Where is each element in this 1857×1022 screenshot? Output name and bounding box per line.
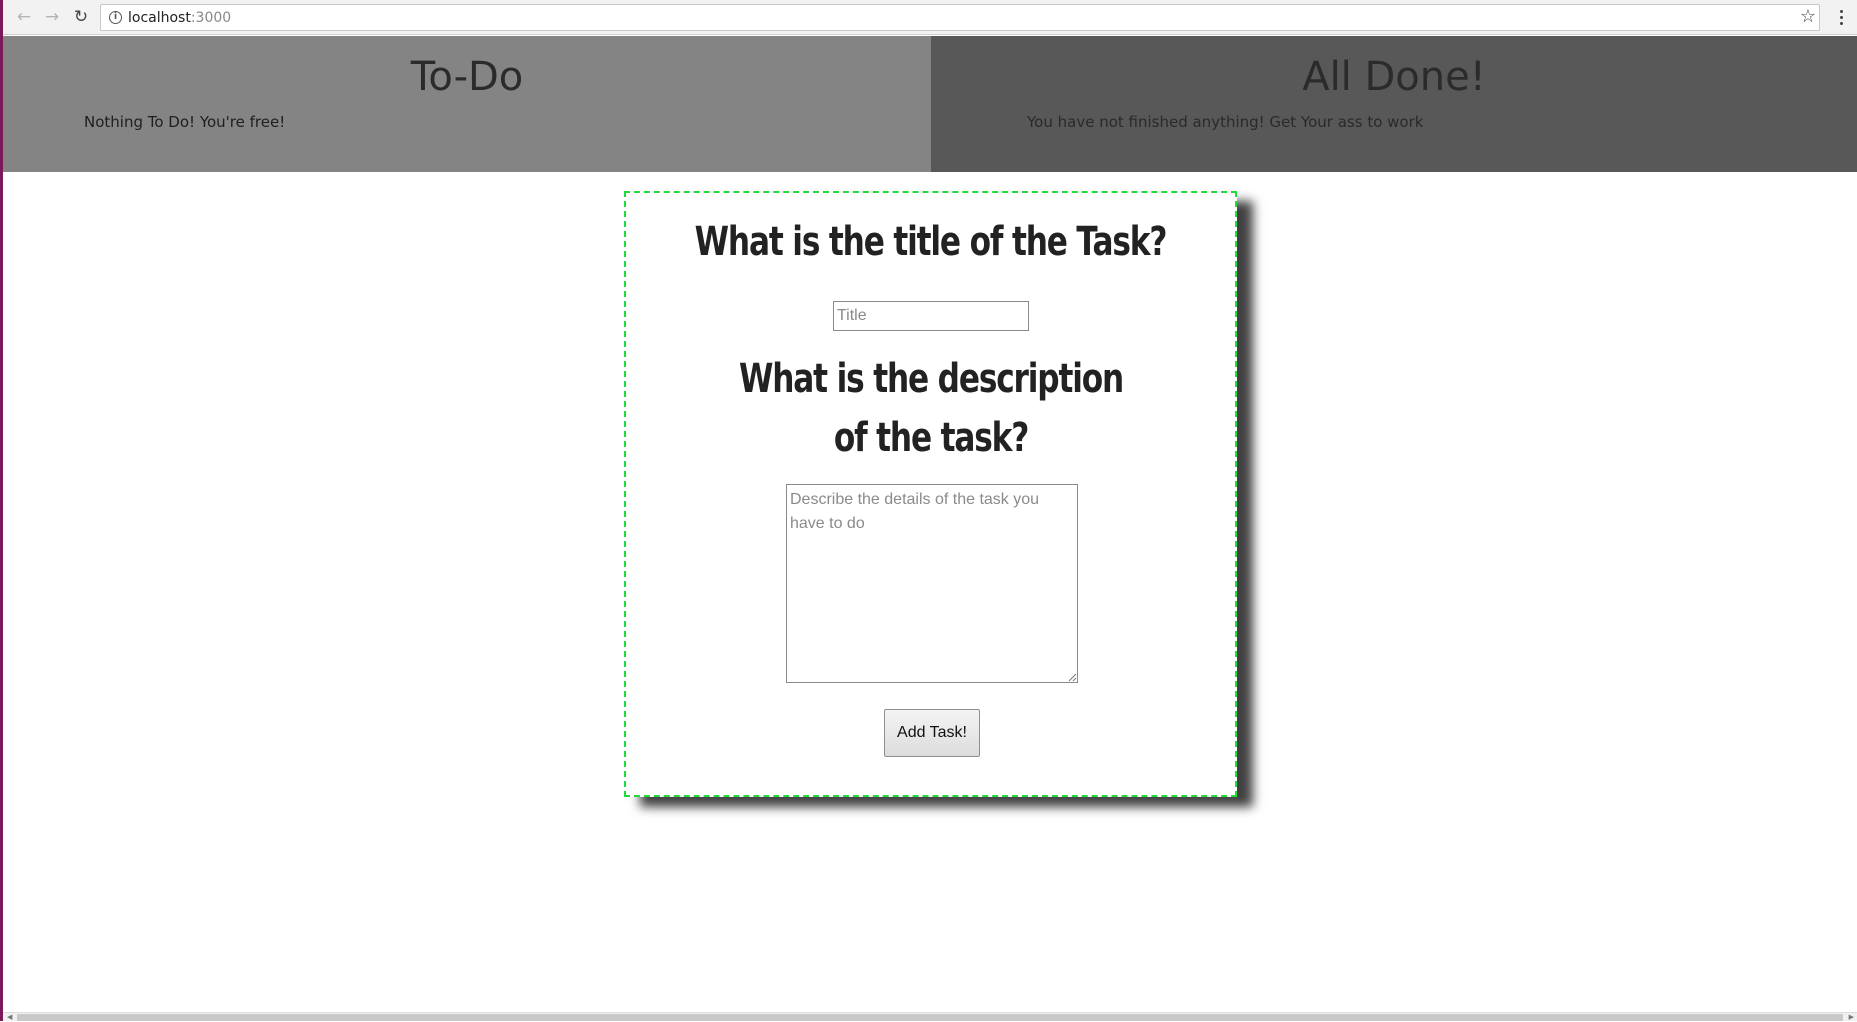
description-textarea[interactable] <box>786 484 1078 683</box>
url-text[interactable]: localhost:3000 <box>128 10 231 26</box>
address-bar[interactable]: i localhost:3000 ☆ <box>100 4 1820 31</box>
done-title: All Done! <box>1302 54 1486 100</box>
browser-toolbar: ← → ↻ i localhost:3000 ☆ <box>3 0 1857 35</box>
description-heading: What is the description of the task? <box>738 356 1124 461</box>
done-empty-message: You have not finished anything! Get Your… <box>1027 113 1424 131</box>
kebab-menu-icon[interactable] <box>1831 5 1851 29</box>
title-input[interactable] <box>833 301 1029 331</box>
todo-panel: To-Do Nothing To Do! You're free! <box>3 36 931 172</box>
info-icon[interactable]: i <box>109 11 122 24</box>
todo-empty-message: Nothing To Do! You're free! <box>84 113 286 131</box>
title-heading: What is the title of the Task? <box>694 219 1168 265</box>
scrollbar-thumb[interactable] <box>17 1014 1843 1021</box>
back-button[interactable]: ← <box>13 6 35 28</box>
arrow-right-icon: → <box>44 7 60 27</box>
todo-title: To-Do <box>410 54 524 100</box>
add-task-form: What is the title of the Task? What is t… <box>624 191 1237 797</box>
resize-grip-icon[interactable] <box>1067 672 1077 682</box>
reload-icon: ↻ <box>73 7 89 27</box>
star-icon[interactable]: ☆ <box>1800 6 1816 27</box>
done-panel: All Done! You have not finished anything… <box>931 36 1857 172</box>
forward-button[interactable]: → <box>41 6 63 28</box>
reload-button[interactable]: ↻ <box>70 6 92 28</box>
add-task-button[interactable]: Add Task! <box>884 709 980 757</box>
horizontal-scrollbar[interactable]: ◀ ▶ <box>3 1012 1857 1021</box>
arrow-left-icon: ← <box>16 7 32 27</box>
